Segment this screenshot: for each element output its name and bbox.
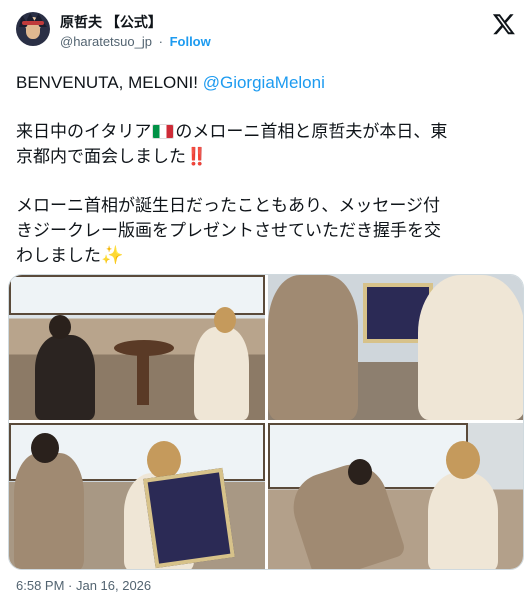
follow-button[interactable]: Follow [170,34,211,49]
text-para3-line1: メローニ首相が誕生日だったこともあり、メッセージ付 [16,196,440,215]
man-back [268,275,358,420]
man-head [31,433,59,463]
photo-handshake[interactable] [268,423,523,569]
man-head [348,459,372,485]
x-logo-icon[interactable] [492,12,516,36]
para2-text-c: 京都内で面会しました [16,147,186,166]
text-para3-line2: きジークレー版画をプレゼントさせていただき握手を交 [16,221,441,240]
framed-print [143,467,235,569]
text-para2-line1: 来日中のイタリア のメローニ首相と原哲夫が本日、東 [16,119,516,144]
seated-woman [194,327,249,420]
separator-dot: · [158,34,163,49]
para3-text-end: わしました [16,246,101,265]
woman-shaking-hands [428,473,498,569]
woman-head [446,441,480,479]
round-table [114,340,174,356]
seated-man [35,335,95,420]
author-handle-row: @haratetsuo_jp · Follow [60,34,211,49]
mention-link[interactable]: @GiorgiaMeloni [203,73,325,92]
text-para2-line2: 京都内で面会しました‼️ [16,144,516,169]
double-exclamation-icon: ‼️ [186,147,207,166]
man-head [49,315,71,339]
author-handle[interactable]: @haratetsuo_jp [60,34,152,49]
avatar-headband [22,21,44,25]
sparkles-icon: ✨ [101,245,124,265]
table-leg [137,355,149,405]
tweet-card: 原哲夫 【公式】 @haratetsuo_jp · Follow BENVENU… [0,0,532,607]
greeting-text: BENVENUTA, MELONI! [16,73,203,92]
text-para3-line3: わしました✨ [16,243,516,268]
media-grid [8,274,524,570]
para2-text-a: 来日中のイタリア [16,122,152,141]
tweet-text: BENVENUTA, MELONI! @GiorgiaMeloni 来日中のイタ… [16,70,516,268]
man-standing [14,453,84,569]
italy-flag-icon [152,124,175,139]
author-avatar[interactable] [16,12,50,46]
photo-artwork-presentation[interactable] [268,275,523,420]
text-line-1: BENVENUTA, MELONI! @GiorgiaMeloni [16,70,516,95]
photo-holding-print[interactable] [9,423,265,569]
woman-cream-coat [418,275,523,420]
photo-meeting-seated[interactable] [9,275,265,420]
tweet-timestamp[interactable]: 6:58 PM · Jan 16, 2026 [16,578,151,593]
woman-head [214,307,236,333]
avatar-face [26,23,40,39]
para2-text-b: のメローニ首相と原哲夫が本日、東 [175,122,448,141]
author-display-name[interactable]: 原哲夫 【公式】 [60,12,162,32]
tweet-header: 原哲夫 【公式】 @haratetsuo_jp · Follow [16,10,516,58]
